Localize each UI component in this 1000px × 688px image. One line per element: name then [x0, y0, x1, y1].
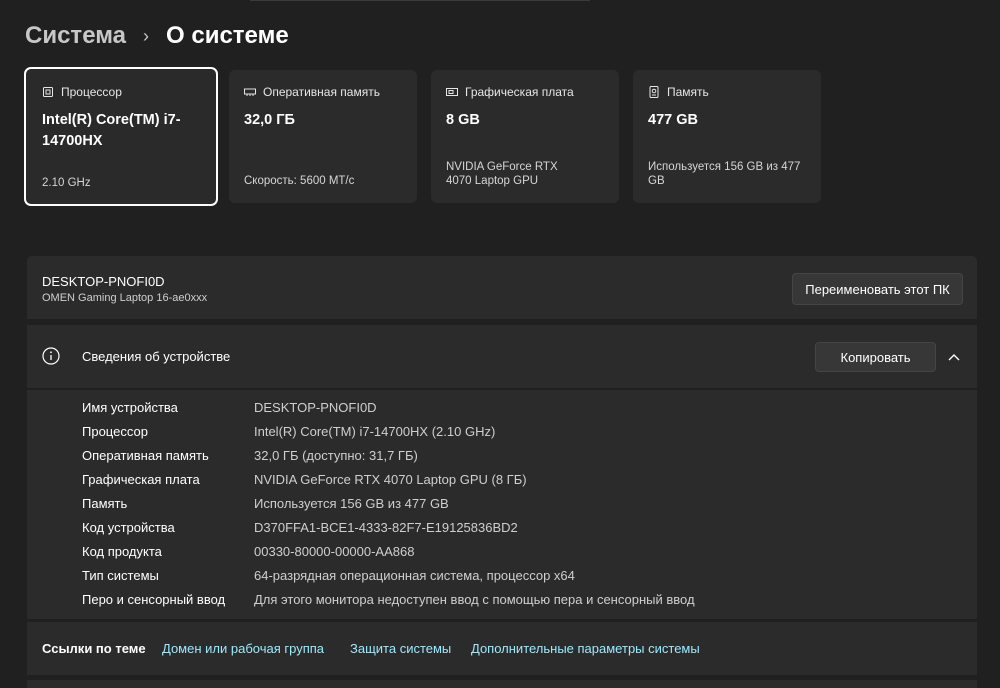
processor-icon — [42, 86, 54, 98]
link-system-protection[interactable]: Защита системы — [350, 641, 451, 656]
spec-row: Тип системы 64-разрядная операционная си… — [82, 568, 575, 592]
page-title: О системе — [166, 22, 289, 49]
related-links-bar: Ссылки по теме Домен или рабочая группа … — [27, 622, 977, 675]
spec-key: Процессор — [82, 424, 148, 439]
spec-value: NVIDIA GeForce RTX 4070 Laptop GPU (8 ГБ… — [254, 472, 527, 487]
spec-value: Intel(R) Core(TM) i7-14700HX (2.10 GHz) — [254, 424, 496, 439]
gpu-icon — [446, 86, 458, 98]
spec-value: Для этого монитора недоступен ввод с пом… — [254, 592, 695, 607]
ram-card-sub: Скорость: 5600 МТ/с — [244, 175, 355, 187]
gpu-card-sub: NVIDIA GeForce RTX 4070 Laptop GPU — [446, 161, 558, 187]
spec-key: Код устройства — [82, 520, 175, 535]
processor-card-sub: 2.10 GHz — [42, 177, 91, 189]
storage-card-title: Память — [667, 85, 709, 99]
pc-name-panel: DESKTOP-PNOFI0D OMEN Gaming Laptop 16-ae… — [27, 256, 977, 319]
spec-value: Используется 156 GB из 477 GB — [254, 496, 449, 511]
storage-card-value: 477 GB — [648, 112, 698, 128]
processor-card-title: Процессор — [61, 85, 122, 99]
spec-row: Код продукта 00330-80000-00000-AA868 — [82, 544, 414, 568]
storage-card[interactable]: Память 477 GB Используется 156 GB из 477… — [633, 70, 821, 203]
ram-card-value: 32,0 ГБ — [244, 112, 295, 128]
breadcrumb: Система › О системе — [25, 19, 289, 53]
processor-card[interactable]: Процессор Intel(R) Core(TM) i7-14700HX 2… — [24, 67, 218, 206]
copy-button[interactable]: Копировать — [815, 342, 936, 372]
link-advanced-system-settings[interactable]: Дополнительные параметры системы — [471, 641, 700, 656]
processor-card-value: Intel(R) Core(TM) i7-14700HX — [42, 112, 181, 149]
ram-icon — [244, 86, 256, 98]
link-domain-workgroup[interactable]: Домен или рабочая группа — [162, 641, 324, 656]
gpu-card-value: 8 GB — [446, 112, 480, 128]
rename-pc-button[interactable]: Переименовать этот ПК — [792, 273, 963, 305]
spec-value: DESKTOP-PNOFI0D — [254, 400, 377, 415]
spec-key: Перо и сенсорный ввод — [82, 592, 226, 607]
spec-value: 00330-80000-00000-AA868 — [254, 544, 415, 559]
device-specs-list: Имя устройства DESKTOP-PNOFI0D Процессор… — [27, 390, 977, 619]
spec-key: Имя устройства — [82, 400, 178, 415]
spec-value: 64-разрядная операционная система, проце… — [254, 568, 575, 583]
chevron-up-icon[interactable] — [943, 347, 965, 367]
spec-row: Имя устройства DESKTOP-PNOFI0D — [82, 400, 377, 424]
spec-key: Тип системы — [82, 568, 159, 583]
spec-value: D370FFA1-BCE1-4333-82F7-E19125836BD2 — [254, 520, 518, 535]
pc-model: OMEN Gaming Laptop 16-ae0xxx — [42, 292, 208, 304]
gpu-card[interactable]: Графическая плата 8 GB NVIDIA GeForce RT… — [431, 70, 619, 203]
ram-card[interactable]: Оперативная память 32,0 ГБ Скорость: 560… — [229, 70, 417, 203]
device-specs-header[interactable]: Сведения об устройстве Копировать — [27, 325, 977, 388]
breadcrumb-parent-system[interactable]: Система — [25, 22, 126, 50]
device-specs-title: Сведения об устройстве — [82, 349, 231, 364]
storage-card-sub: Используется 156 GB из 477 GB — [648, 161, 801, 187]
storage-icon — [648, 86, 660, 98]
breadcrumb-chevron-icon: › — [143, 25, 150, 46]
spec-row: Код устройства D370FFA1-BCE1-4333-82F7-E… — [82, 520, 518, 544]
gpu-card-title: Графическая плата — [465, 85, 574, 99]
spec-value: 32,0 ГБ (доступно: 31,7 ГБ) — [254, 448, 418, 463]
title-bar-divider — [250, 0, 590, 1]
spec-row: Оперативная память 32,0 ГБ (доступно: 31… — [82, 448, 418, 472]
spec-row: Графическая плата NVIDIA GeForce RTX 407… — [82, 472, 527, 496]
spec-row: Перо и сенсорный ввод Для этого монитора… — [82, 592, 695, 616]
pc-name: DESKTOP-PNOFI0D — [42, 274, 165, 289]
next-section-edge — [27, 680, 977, 688]
ram-card-title: Оперативная память — [263, 85, 380, 99]
spec-key: Память — [82, 496, 128, 511]
info-icon — [42, 347, 60, 365]
spec-row: Память Используется 156 GB из 477 GB — [82, 496, 449, 520]
spec-key: Оперативная память — [82, 448, 209, 463]
spec-row: Процессор Intel(R) Core(TM) i7-14700HX (… — [82, 424, 495, 448]
related-links-label: Ссылки по теме — [42, 641, 146, 656]
spec-key: Графическая плата — [82, 472, 200, 487]
spec-key: Код продукта — [82, 544, 162, 559]
